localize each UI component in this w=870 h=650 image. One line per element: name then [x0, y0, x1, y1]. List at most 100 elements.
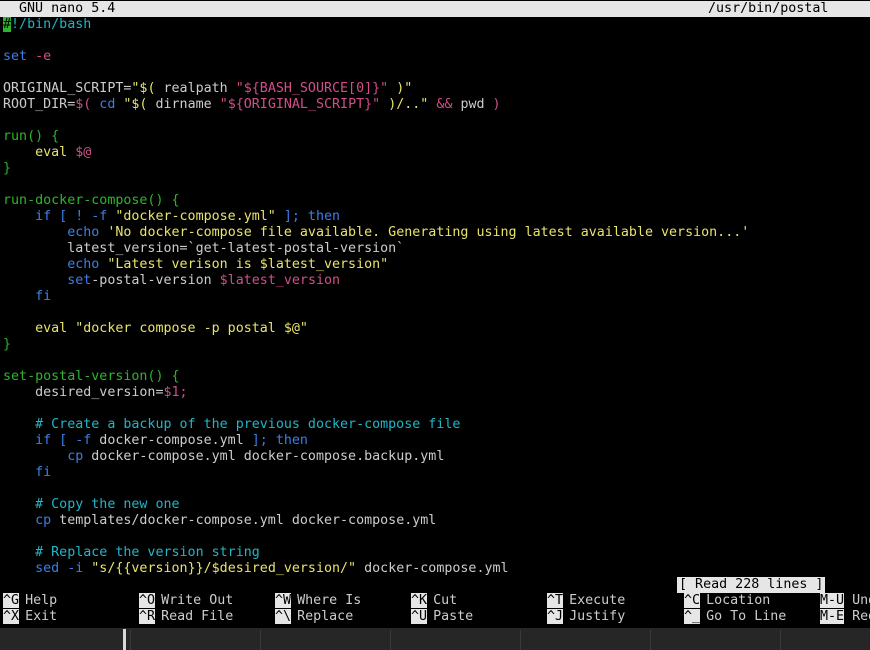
shortcut-paste[interactable]: ^U Paste	[411, 609, 473, 625]
code-line[interactable]: run() {	[3, 129, 59, 145]
shortcut-label: Write Out	[161, 593, 234, 608]
shortcut-go-to-line[interactable]: ^_ Go To Line	[684, 609, 786, 625]
taskbar-segment[interactable]	[650, 630, 781, 650]
code-line[interactable]: run-docker-compose() {	[3, 193, 180, 209]
code-token: desired_version=	[3, 385, 164, 400]
code-token: cp	[3, 513, 60, 528]
code-token: "$(	[123, 97, 156, 112]
code-line[interactable]: desired_version=$1;	[3, 385, 187, 401]
code-line[interactable]: set -e	[3, 49, 51, 65]
taskbar-segment[interactable]	[780, 630, 870, 650]
shortcut-write-out[interactable]: ^O Write Out	[139, 593, 233, 609]
shortcut-exit[interactable]: ^X Exit	[3, 609, 57, 625]
code-token: $latest_version	[219, 273, 341, 288]
code-line[interactable]: ORIGINAL_SCRIPT="$( realpath "${BASH_SOU…	[3, 81, 412, 97]
shortcut-location[interactable]: ^C Location	[684, 593, 770, 609]
shortcut-label: Execute	[569, 593, 626, 608]
code-token: )	[492, 97, 501, 112]
code-token: !/bin/bash	[11, 17, 92, 32]
shortcut-undo[interactable]: M-U Undo	[820, 593, 870, 609]
shortcut-label: Exit	[25, 609, 58, 624]
shortcut-key: ^K	[411, 593, 428, 608]
shortcut-justify[interactable]: ^J Justify	[547, 609, 625, 625]
code-token: )"	[388, 81, 413, 96]
code-line[interactable]: # Create a backup of the previous docker…	[3, 417, 460, 433]
shortcut-key: ^\	[275, 609, 292, 624]
shortcut-redo[interactable]: M-E Redo	[820, 609, 870, 625]
code-line[interactable]: sed -i "s/{{version}}/$desired_version/"…	[3, 561, 508, 577]
code-token: "${ORIGINAL_SCRIPT}"	[219, 97, 381, 112]
shortcut-key: M-U	[820, 593, 845, 608]
code-token: echo	[3, 225, 108, 240]
code-token: templates/docker-compose.yml docker-comp…	[59, 513, 437, 528]
code-token: fi	[3, 465, 52, 480]
shortcut-execute[interactable]: ^T Execute	[547, 593, 625, 609]
code-token: "docker compose -p postal $@"	[75, 321, 308, 336]
shortcut-key: ^_	[684, 609, 701, 624]
code-token: realpath	[163, 81, 236, 96]
code-token: "s/{{version}}/$desired_version/"	[91, 561, 357, 576]
code-line[interactable]: latest_version=`get-latest-postal-versio…	[3, 241, 404, 257]
shortcut-key: ^U	[411, 609, 428, 624]
code-line[interactable]: fi	[3, 289, 51, 305]
taskbar-segment[interactable]	[260, 630, 391, 650]
code-token: &&	[428, 97, 461, 112]
shortcut-read-file[interactable]: ^R Read File	[139, 609, 233, 625]
code-line[interactable]: echo 'No docker-compose file available. …	[3, 225, 749, 241]
shortcut-key: ^X	[3, 609, 20, 624]
code-token: # Replace the version string	[3, 545, 260, 560]
taskbar	[0, 628, 870, 650]
shortcut-where-is[interactable]: ^W Where Is	[275, 593, 361, 609]
code-token: if [ ! -f	[3, 209, 116, 224]
code-line[interactable]: if [ ! -f "docker-compose.yml" ]; then	[3, 209, 340, 225]
shortcut-label: Cut	[433, 593, 458, 608]
code-token: $(	[75, 97, 100, 112]
code-token: echo	[3, 257, 108, 272]
code-token: )/.."	[380, 97, 429, 112]
code-token: cd	[99, 97, 124, 112]
code-line[interactable]: cp docker-compose.yml docker-compose.bac…	[3, 449, 444, 465]
code-line[interactable]: # Copy the new one	[3, 497, 179, 513]
code-line[interactable]: eval $@	[3, 145, 91, 161]
code-token: 'No docker-compose file available. Gener…	[107, 225, 750, 240]
shortcut-label: Where Is	[297, 593, 362, 608]
code-token: docker-compose.yml	[99, 433, 252, 448]
status-message: [ Read 228 lines ]	[677, 577, 826, 593]
code-token: docker-compose.yml docker-compose.backup…	[91, 449, 445, 464]
shortcut-key: ^J	[547, 609, 564, 624]
code-token: "Latest verison is $latest_version"	[107, 257, 389, 272]
shortcut-cut[interactable]: ^K Cut	[411, 593, 457, 609]
code-line[interactable]: set-postal-version $latest_version	[3, 273, 340, 289]
code-line[interactable]: fi	[3, 465, 51, 481]
code-line[interactable]: # Replace the version string	[3, 545, 260, 561]
taskbar-segment[interactable]	[520, 630, 651, 650]
shortcut-key: ^R	[139, 609, 156, 624]
taskbar-segment[interactable]	[130, 630, 261, 650]
code-token: ]; then	[251, 433, 308, 448]
code-line[interactable]: if [ -f docker-compose.yml ]; then	[3, 433, 308, 449]
code-line[interactable]: cp templates/docker-compose.yml docker-c…	[3, 513, 436, 529]
code-token: eval	[3, 321, 76, 336]
code-token: cp	[3, 449, 92, 464]
code-line[interactable]: set-postal-version() {	[3, 369, 180, 385]
text-cursor: #	[3, 17, 12, 32]
code-token: # Create a backup of the previous docker…	[3, 417, 461, 432]
shortcut-label: Location	[706, 593, 771, 608]
code-line[interactable]: echo "Latest verison is $latest_version"	[3, 257, 388, 273]
code-line[interactable]: }	[3, 161, 11, 177]
taskbar-marker	[123, 629, 126, 650]
code-token: pwd	[460, 97, 493, 112]
code-line[interactable]: }	[3, 337, 11, 353]
code-token: ORIGINAL_SCRIPT=	[3, 81, 132, 96]
shortcut-label: Redo	[852, 609, 870, 624]
code-token: ]; then	[275, 209, 341, 224]
code-token: $@	[75, 145, 92, 160]
terminal-window[interactable]: GNU nano 5.4 /usr/bin/postal #!/bin/bash…	[0, 0, 870, 628]
code-token: ROOT_DIR=	[3, 97, 76, 112]
shortcut-replace[interactable]: ^\ Replace	[275, 609, 353, 625]
shortcut-help[interactable]: ^G Help	[3, 593, 57, 609]
code-line[interactable]: eval "docker compose -p postal $@"	[3, 321, 308, 337]
code-line[interactable]: #!/bin/bash	[3, 17, 91, 33]
taskbar-segment[interactable]	[390, 630, 521, 650]
code-line[interactable]: ROOT_DIR=$( cd "$( dirname "${ORIGINAL_S…	[3, 97, 501, 113]
